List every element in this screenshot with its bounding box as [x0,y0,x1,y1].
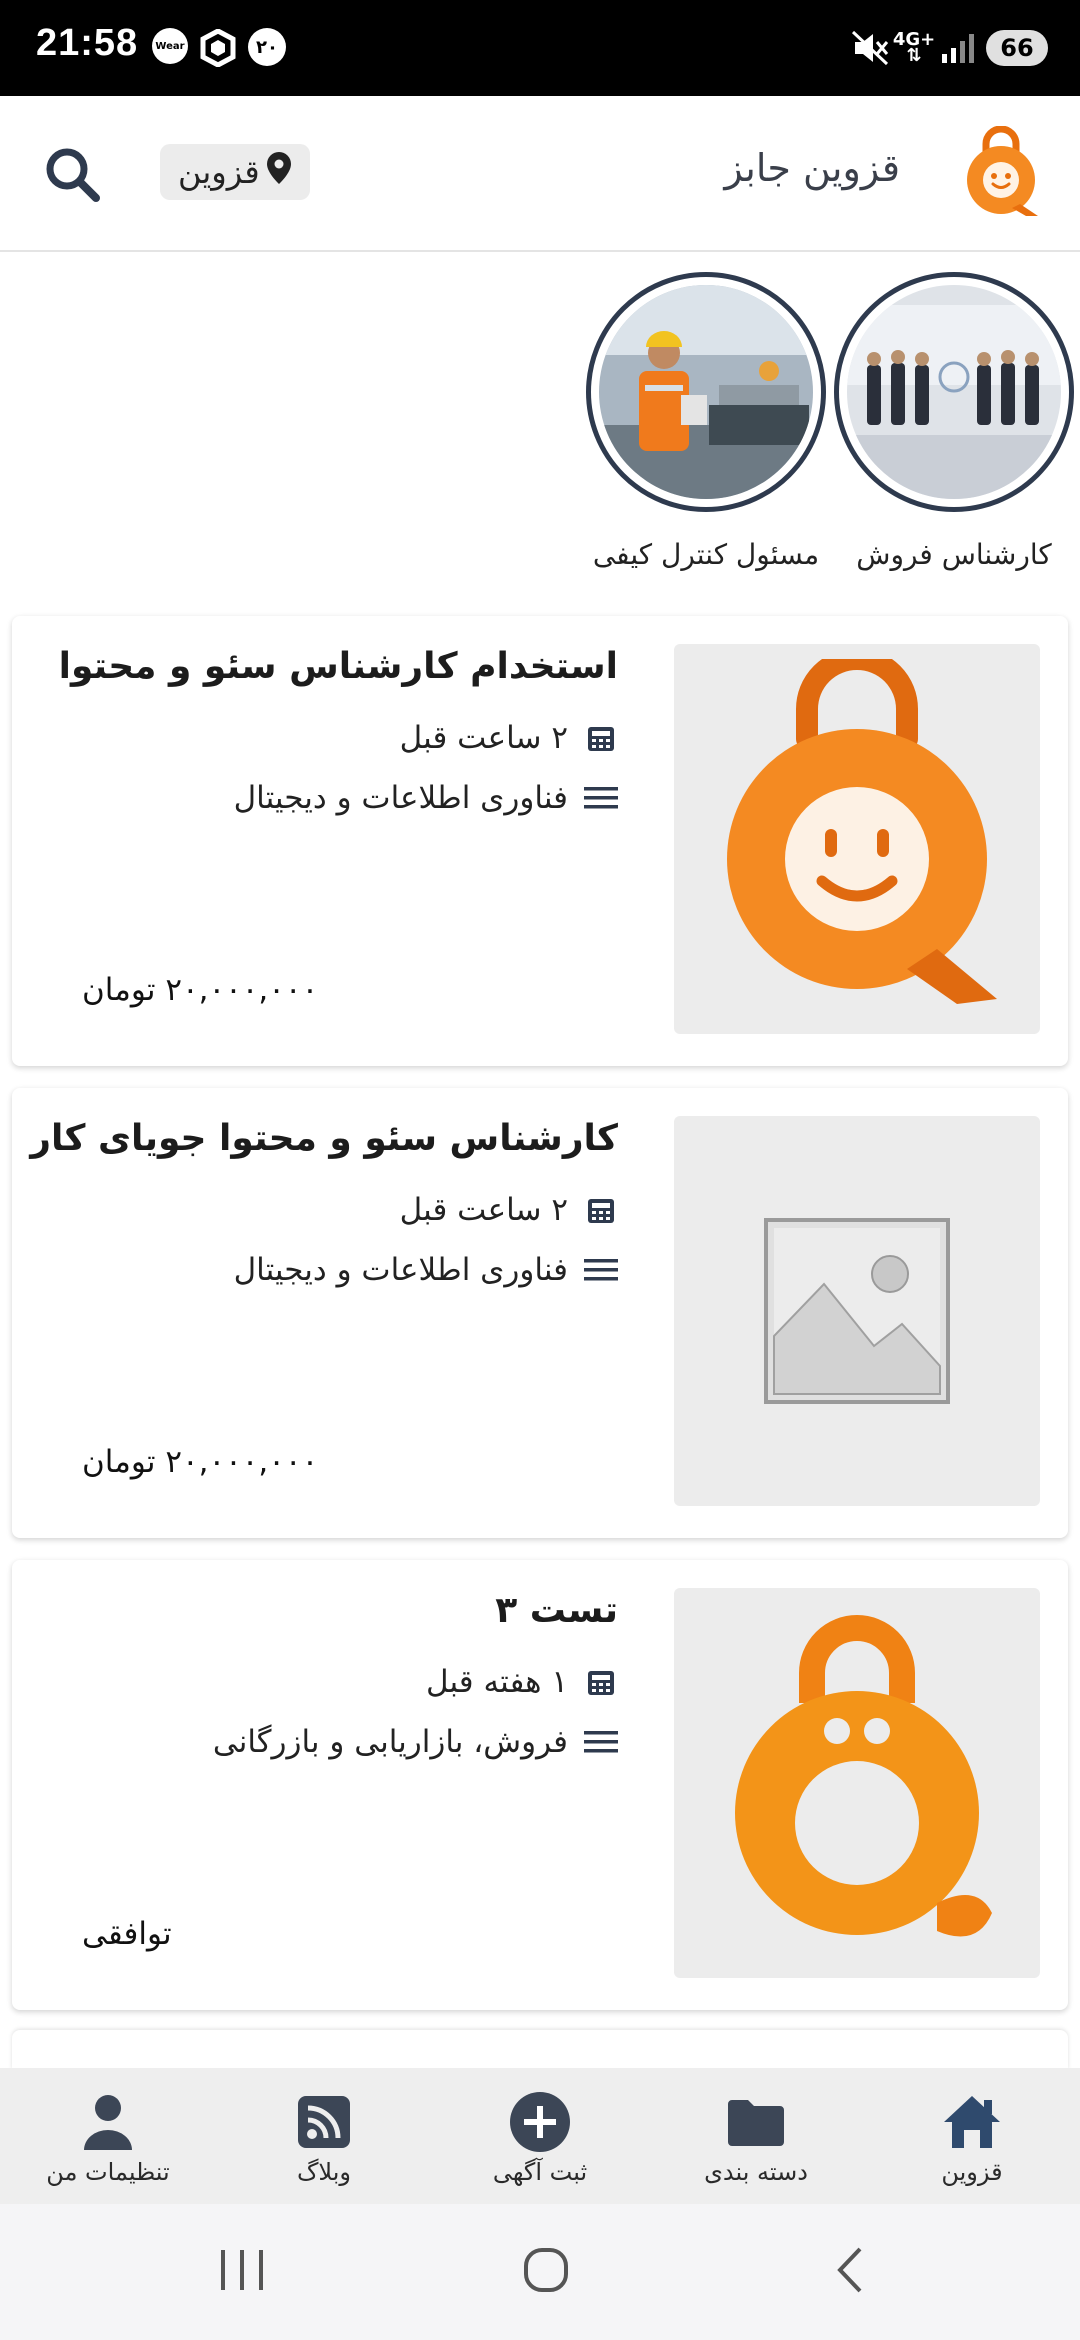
listing-price: ۲۰,۰۰۰,۰۰۰ تومان [82,1444,319,1480]
listing-time-row: ۱ هفته قبل [426,1660,618,1704]
nav-item-blog[interactable]: وبلاگ [216,2068,432,2204]
system-navigation-bar [0,2204,1080,2340]
listing-card[interactable]: استخدام کارشناس سئو و محتوا ۲ ساعت قبل ف… [12,616,1068,1066]
back-chevron-icon [830,2245,870,2299]
list-icon [584,1725,618,1759]
location-pin-icon [266,151,292,193]
listing-category-row: فناوری اطلاعات و دیجیتال [234,1248,618,1292]
brand-logo-image [727,659,997,1004]
stories-row: کارشناس فروش مسئول کنترل کیفی [0,252,1080,592]
calendar-icon [584,1665,618,1699]
listing-price: توافقی [82,1916,172,1952]
listing-category: فناوری اطلاعات و دیجیتال [233,780,568,816]
listing-thumbnail [674,1116,1040,1506]
listing-thumbnail [674,1588,1040,1978]
home-system-button[interactable] [514,2240,578,2304]
nav-label: قزوین [941,2158,1003,2186]
nav-item-home[interactable]: قزوین [864,2068,1080,2204]
listing-category-row: فناوری اطلاعات و دیجیتال [234,776,618,820]
app-header: قزوین جابز قزوین [0,96,1080,252]
nav-label: وبلاگ [296,2158,352,2186]
recent-apps-button[interactable] [210,2240,274,2304]
listing-time-row: ۲ ساعت قبل [400,1188,618,1232]
story-item[interactable]: کارشناس فروش [834,272,1074,571]
app-title: قزوین جابز [724,146,900,190]
listing-card[interactable]: تست ۳ ۱ هفته قبل فروش، بازاریابی و بازرگ… [12,1560,1068,2010]
story-label: مسئول کنترل کیفی [592,538,820,571]
person-icon [76,2090,140,2154]
back-button[interactable] [818,2240,882,2304]
notification-count-icon: ۲۰ [248,28,286,66]
home-circle-icon [521,2245,571,2299]
battery-icon: 66 [986,30,1048,66]
add-circle-icon [508,2090,572,2154]
list-icon [584,781,618,815]
story-label: کارشناس فروش [856,538,1052,571]
wear-icon: Wear [152,28,188,64]
search-button[interactable] [42,144,102,204]
image-placeholder-icon [764,1218,950,1404]
story-ring [586,272,826,512]
nav-label: دسته بندی [704,2158,808,2186]
story-image-sales-team [847,285,1061,499]
story-item[interactable]: مسئول کنترل کیفی [586,272,826,571]
listing-category-row: فروش، بازاریابی و بازرگانی [213,1720,618,1764]
listing-title: استخدام کارشناس سئو و محتوا [58,646,618,687]
listing-time-row: ۲ ساعت قبل [400,716,618,760]
recent-apps-icon [217,2248,267,2296]
listing-card[interactable]: کارشناس سئو و محتوا جویای کار ۲ ساعت قبل… [12,1088,1068,1538]
listing-category: فناوری اطلاعات و دیجیتال [233,1252,568,1288]
location-label: قزوین [178,153,260,191]
listing-thumbnail [674,644,1040,1034]
rss-icon [292,2090,356,2154]
home-icon [940,2090,1004,2154]
nav-item-categories[interactable]: دسته بندی [648,2068,864,2204]
listing-time: ۱ هفته قبل [425,1664,568,1700]
nav-label: تنظیمات من [46,2158,170,2186]
mute-icon [850,28,890,68]
folder-icon [724,2090,788,2154]
hexagon-app-icon [198,28,238,68]
calendar-icon [584,721,618,755]
data-arrows-icon: ⇅ [906,45,922,66]
bottom-navigation: قزوین دسته بندی ثبت آگهی وبلاگ تنظیمات م… [0,2068,1080,2204]
status-time: 21:58 [36,22,139,64]
search-icon [42,148,102,208]
nav-item-settings[interactable]: تنظیمات من [0,2068,216,2204]
story-image-quality-control [599,285,813,499]
listing-title: کارشناس سئو و محتوا جویای کار [30,1118,618,1159]
location-selector[interactable]: قزوین [160,144,310,200]
nav-label: ثبت آگهی [492,2158,588,2186]
listing-time: ۲ ساعت قبل [399,720,568,756]
brand-logo-image [735,1615,992,1937]
story-ring [834,272,1074,512]
listing-time: ۲ ساعت قبل [399,1192,568,1228]
listing-title: تست ۳ [495,1590,618,1631]
status-bar: 21:58 Wear ۲۰ 4G+ ⇅ 66 [0,0,1080,96]
network-type-icon: 4G+ ⇅ [893,28,935,68]
nav-item-post-ad[interactable]: ثبت آگهی [432,2068,648,2204]
app-logo[interactable] [960,125,1042,218]
listing-price: ۲۰,۰۰۰,۰۰۰ تومان [82,972,319,1008]
listing-category: فروش، بازاریابی و بازرگانی [212,1724,568,1760]
listing-card-partial[interactable] [12,2030,1068,2070]
calendar-icon [584,1193,618,1227]
list-icon [584,1253,618,1287]
signal-icon [940,28,976,68]
